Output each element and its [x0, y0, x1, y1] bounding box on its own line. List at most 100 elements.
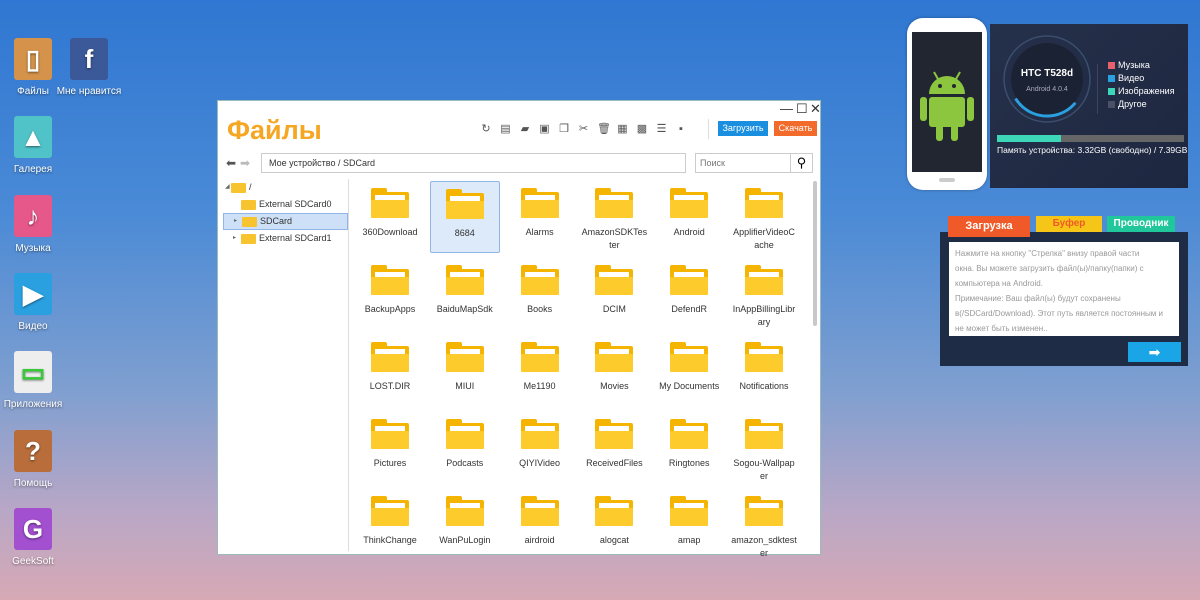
tab-2[interactable]: Проводник [1107, 216, 1175, 232]
desktop-icon-3[interactable]: ♪ Музыка [0, 195, 68, 254]
desktop-icon-6[interactable]: ? Помощь [0, 430, 68, 489]
phone-illustration [907, 18, 987, 190]
geeksoft-logo-icon: G [14, 508, 52, 550]
tree-item-label: External SDCard1 [259, 233, 332, 243]
expand-arrow-icon[interactable]: ▸ [233, 230, 236, 247]
new-folder-icon[interactable]: ▤ [500, 123, 512, 135]
folder-item[interactable]: BaiduMapSdk [430, 258, 500, 330]
maximize-button[interactable]: ☐ [796, 101, 808, 117]
folder-item[interactable]: airdroid [505, 489, 575, 561]
search-input[interactable] [695, 153, 791, 173]
folder-label: ThinkChange [363, 535, 417, 545]
folder-item[interactable]: Pictures [355, 412, 425, 484]
folder-item[interactable]: 8684 [429, 181, 500, 253]
folder-label: BackupApps [364, 304, 416, 314]
refresh-icon[interactable]: ↻ [480, 123, 492, 135]
folder-icon [745, 188, 783, 218]
tree-item[interactable]: External SDCard0 [223, 196, 348, 213]
folder-item[interactable]: BackupApps [355, 258, 425, 330]
folder-item[interactable]: Podcasts [430, 412, 500, 484]
desktop-icon-5[interactable]: ▭ Приложения [0, 351, 68, 410]
storage-ring [1003, 35, 1091, 123]
folder-item[interactable]: InAppBillingLibrary [729, 258, 799, 330]
copy-icon[interactable]: ❐ [558, 123, 570, 135]
folder-item[interactable]: Books [505, 258, 575, 330]
desktop-icon-2[interactable]: ▲ Галерея [0, 116, 68, 175]
cut-icon[interactable]: ✂ [578, 123, 590, 135]
instruction-line: Нажмите на кнопку "Стрелка" внизу правой… [955, 249, 1140, 258]
close-button[interactable]: ✕ [810, 101, 821, 117]
folder-item[interactable]: Movies [579, 335, 649, 407]
list-view-icon[interactable]: ☰ [656, 123, 668, 135]
folder-item[interactable]: amap [654, 489, 724, 561]
folder-item[interactable]: MIUI [430, 335, 500, 407]
grid-view-icon[interactable]: ▪ [675, 123, 687, 135]
tree-item-label: External SDCard0 [259, 199, 332, 209]
folder-icon [241, 199, 256, 210]
folder-label: Ringtones [668, 458, 710, 468]
folder-icon [520, 188, 559, 218]
folder-label: DCIM [602, 304, 626, 314]
back-arrow-icon[interactable]: ⬅ [226, 156, 236, 170]
desktop-icon-label: Видео [18, 321, 48, 332]
folder-item[interactable]: LOST.DIR [355, 335, 425, 407]
breadcrumb[interactable]: Мое устройство / SDCard [261, 153, 686, 173]
folder-item[interactable]: ReceivedFiles [579, 412, 649, 484]
folder-item[interactable]: Sogou-Wallpaper [729, 412, 799, 484]
folder-icon [242, 216, 257, 227]
folder-item[interactable]: WanPuLogin [430, 489, 500, 561]
search-button[interactable]: ⚲ [791, 153, 813, 173]
desktop-icon-7[interactable]: G GeekSoft [0, 508, 68, 567]
folder-label: AmazonSDKTester [581, 227, 648, 250]
tab-0[interactable]: Загрузка [948, 216, 1030, 237]
folder-label: Alarms [525, 227, 554, 237]
folder-item[interactable]: AmazonSDKTester [579, 181, 649, 253]
expand-arrow-icon[interactable]: ▸ [234, 213, 237, 230]
folder-icon [670, 265, 709, 295]
select-check-icon[interactable]: ▩ [636, 123, 648, 135]
select-all-icon[interactable]: ▦ [617, 123, 629, 135]
legend-swatch [1108, 61, 1115, 69]
tree-item[interactable]: ▸ External SDCard1 [223, 230, 348, 247]
folder-label: QIYIVideo [519, 458, 561, 468]
desktop-icon-label: Музыка [15, 243, 51, 254]
folder-item[interactable]: alogcat [579, 489, 649, 561]
scrollbar-thumb[interactable] [813, 181, 817, 326]
expand-arrow-icon[interactable]: ◢ [225, 179, 230, 196]
folder-item[interactable]: Alarms [505, 181, 575, 253]
folder-item[interactable]: DCIM [579, 258, 649, 330]
facebook-icon: f [70, 38, 108, 80]
tree-item[interactable]: ◢ / [223, 179, 348, 196]
folder-item[interactable]: Notifications [729, 335, 799, 407]
desktop-icon-1[interactable]: f Мне нравится [54, 38, 124, 97]
folder-item[interactable]: 360Download [355, 181, 425, 253]
delete-icon[interactable]: 🗑 [597, 123, 611, 135]
folder-item[interactable]: DefendR [654, 258, 724, 330]
rename-icon[interactable]: ▣ [539, 123, 551, 135]
tab-1[interactable]: Буфер обмена [1036, 216, 1102, 245]
folder-item[interactable]: Ringtones [654, 412, 724, 484]
folder-label: 8684 [454, 228, 475, 238]
download-button[interactable]: Скачать [774, 121, 817, 136]
folder-icon [371, 265, 409, 295]
folder-label: Podcasts [446, 458, 484, 468]
folder-item[interactable]: amazon_sdktester [729, 489, 799, 561]
minimize-button[interactable]: — [780, 101, 793, 116]
upload-button[interactable]: Загрузить [718, 121, 768, 136]
folder-item[interactable]: Android [654, 181, 724, 253]
folder-item[interactable]: Me1190 [505, 335, 575, 407]
legend-item: Видео [1108, 73, 1144, 83]
upload-arrow-button[interactable]: ➡ [1128, 342, 1181, 362]
folder-item[interactable]: ThinkChange [355, 489, 425, 561]
tree-item-label: / [249, 182, 252, 192]
desktop-icon-label: Приложения [3, 399, 63, 410]
folder-icon [445, 496, 484, 526]
forward-arrow-icon[interactable]: ➡ [240, 156, 250, 170]
desktop-icon-4[interactable]: ▶ Видео [0, 273, 68, 332]
open-folder-icon[interactable]: ▰ [519, 123, 531, 135]
folder-item[interactable]: My Documents [654, 335, 724, 407]
legend-item: Изображения [1108, 86, 1175, 96]
folder-item[interactable]: ApplifierVideoCache [729, 181, 799, 253]
folder-item[interactable]: QIYIVideo [505, 412, 575, 484]
tree-item[interactable]: ▸ SDCard [223, 213, 348, 230]
